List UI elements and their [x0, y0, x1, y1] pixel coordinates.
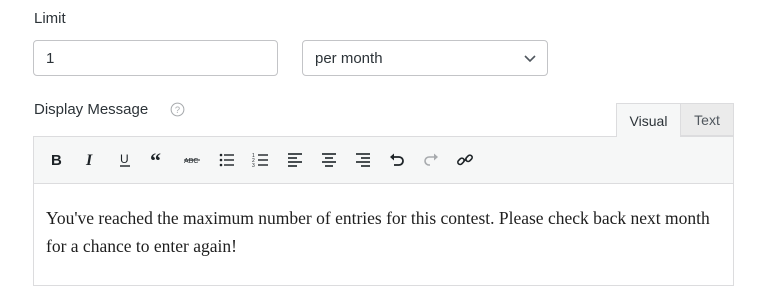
bold-icon[interactable]: B	[46, 149, 68, 171]
tab-visual[interactable]: Visual	[616, 103, 681, 137]
svg-text:“: “	[150, 152, 161, 168]
editor-toolbar: B I U “ ABC 1 2 3	[34, 137, 733, 184]
svg-text:B: B	[51, 152, 62, 168]
align-left-icon[interactable]	[284, 149, 306, 171]
strikethrough-icon[interactable]: ABC	[182, 149, 204, 171]
redo-icon[interactable]	[420, 149, 442, 171]
undo-icon[interactable]	[386, 149, 408, 171]
limit-input[interactable]	[33, 40, 278, 76]
numbered-list-icon[interactable]: 1 2 3	[250, 149, 272, 171]
svg-text:3: 3	[252, 163, 255, 168]
display-message-label: Display Message	[34, 101, 149, 118]
link-icon[interactable]	[454, 149, 476, 171]
chevron-down-icon	[524, 55, 536, 63]
question-circle-icon[interactable]: ?	[170, 102, 185, 117]
bulleted-list-icon[interactable]	[216, 149, 238, 171]
limit-label: Limit	[34, 10, 66, 27]
tab-text[interactable]: Text	[681, 103, 734, 136]
editor-content[interactable]: You've reached the maximum number of ent…	[34, 184, 733, 260]
align-center-icon[interactable]	[318, 149, 340, 171]
align-right-icon[interactable]	[352, 149, 374, 171]
message-editor[interactable]: B I U “ ABC 1 2 3 You've reached the max…	[33, 136, 734, 286]
svg-text:?: ?	[175, 105, 180, 115]
svg-text:I: I	[85, 152, 93, 168]
limit-period-value: per month	[315, 49, 383, 67]
italic-icon[interactable]: I	[80, 149, 102, 171]
limit-period-select[interactable]: per month	[302, 40, 548, 76]
quote-icon[interactable]: “	[148, 149, 170, 171]
svg-text:U: U	[120, 152, 129, 166]
svg-text:ABC: ABC	[184, 158, 198, 165]
underline-icon[interactable]: U	[114, 149, 136, 171]
